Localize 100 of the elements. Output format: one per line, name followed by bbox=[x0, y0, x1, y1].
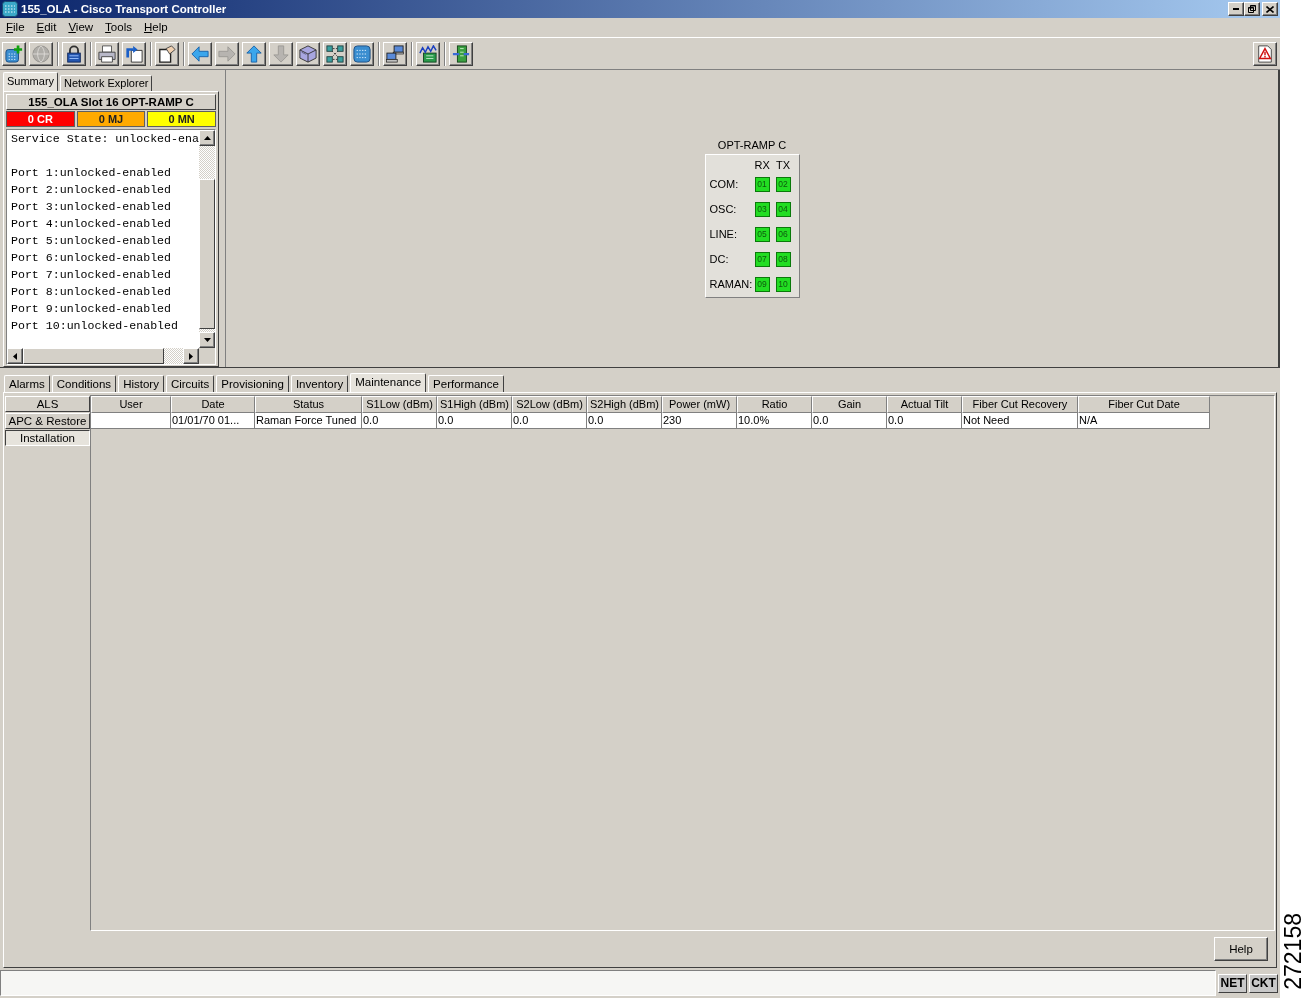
alarm-count: 0 MN bbox=[147, 111, 216, 127]
toolbar-button[interactable] bbox=[122, 41, 146, 66]
vertical-scrollbar[interactable] bbox=[199, 130, 215, 348]
column-header[interactable]: Power (mW) bbox=[662, 396, 737, 413]
horizontal-scrollbar[interactable] bbox=[7, 348, 199, 364]
column-header[interactable]: S2Low (dBm) bbox=[512, 396, 587, 413]
up-triangle-icon bbox=[203, 136, 211, 140]
scroll-right-button[interactable] bbox=[183, 348, 199, 364]
port-indicator[interactable]: 07 bbox=[754, 252, 770, 267]
port-indicator[interactable]: 01 bbox=[754, 177, 770, 192]
toolbar-button[interactable] bbox=[62, 41, 86, 66]
toolbar-button[interactable] bbox=[155, 41, 179, 66]
subtab-button[interactable]: Installation bbox=[5, 430, 90, 446]
toolbar-button[interactable] bbox=[449, 41, 473, 66]
card-title: 155_OLA Slot 16 OPT-RAMP C bbox=[6, 94, 216, 110]
menu-item[interactable]: File bbox=[0, 19, 31, 36]
tab[interactable]: History bbox=[118, 375, 164, 392]
port-indicator[interactable]: 08 bbox=[775, 252, 791, 267]
down-arrow-icon bbox=[272, 44, 290, 63]
panel-tab[interactable]: Network Explorer bbox=[60, 75, 153, 91]
toolbar-button[interactable] bbox=[383, 41, 407, 66]
port-indicator[interactable]: 05 bbox=[754, 227, 770, 242]
column-header[interactable]: Gain bbox=[812, 396, 887, 413]
column-header[interactable]: Actual Tilt bbox=[887, 396, 962, 413]
globe-icon bbox=[32, 44, 50, 63]
document-arrow-icon bbox=[125, 44, 143, 63]
menu-item[interactable]: Tools bbox=[99, 19, 138, 36]
table-cell: 10.0% bbox=[737, 413, 812, 429]
scroll-down-button[interactable] bbox=[199, 332, 215, 348]
toolbar-button[interactable] bbox=[416, 41, 440, 66]
table-cell: 0.0 bbox=[812, 413, 887, 429]
port-indicator[interactable]: 04 bbox=[775, 202, 791, 217]
toolbar-button[interactable] bbox=[296, 41, 320, 66]
minimize-button[interactable] bbox=[1228, 2, 1244, 16]
help-button[interactable]: Help bbox=[1214, 937, 1268, 961]
service-state-line: Service State: unlocked-ena bbox=[11, 131, 199, 147]
column-header[interactable]: Fiber Cut Date bbox=[1078, 396, 1210, 413]
subtab-button[interactable]: ALS bbox=[5, 396, 90, 412]
port-group-label: COM: bbox=[709, 178, 740, 191]
port-state-line: Port 5:unlocked-enabled bbox=[11, 233, 173, 249]
toolbar-button[interactable] bbox=[350, 41, 374, 66]
subtab-button[interactable]: APC & Restore bbox=[5, 413, 90, 429]
toolbar-button[interactable] bbox=[242, 41, 266, 66]
column-header[interactable]: Status bbox=[255, 396, 362, 413]
scroll-left-button[interactable] bbox=[7, 348, 23, 364]
menu-item[interactable]: Help bbox=[137, 19, 174, 36]
tab[interactable]: Circuits bbox=[165, 375, 215, 392]
document-icon bbox=[158, 44, 176, 63]
table-cell: 0.0 bbox=[887, 413, 962, 429]
port-indicator[interactable]: 10 bbox=[775, 277, 791, 292]
port-state-line: Port 4:unlocked-enabled bbox=[11, 216, 173, 232]
warning-icon bbox=[1256, 44, 1274, 63]
close-icon bbox=[1266, 5, 1274, 13]
tab[interactable]: Inventory bbox=[290, 375, 349, 392]
table-cell: Not Need bbox=[962, 413, 1078, 429]
minimize-icon bbox=[1233, 8, 1239, 10]
tab[interactable]: Performance bbox=[428, 375, 504, 392]
port-group-label: OSC: bbox=[709, 203, 738, 216]
column-label: RX bbox=[754, 158, 770, 172]
port-state-line: Port 8:unlocked-enabled bbox=[11, 284, 173, 300]
toolbar-button[interactable] bbox=[2, 41, 26, 66]
scrollbar-thumb[interactable] bbox=[199, 179, 215, 329]
tab[interactable]: Alarms bbox=[4, 375, 50, 392]
column-header[interactable]: Fiber Cut Recovery bbox=[962, 396, 1078, 413]
port-state-line: Port 6:unlocked-enabled bbox=[11, 250, 173, 266]
lock-icon bbox=[65, 44, 83, 63]
port-state-line: Port 9:unlocked-enabled bbox=[11, 301, 173, 317]
alarm-count: 0 MJ bbox=[76, 111, 146, 127]
port-indicator[interactable]: 06 bbox=[775, 227, 791, 242]
menu-item[interactable]: View bbox=[62, 19, 100, 36]
port-group-label: LINE: bbox=[709, 228, 738, 241]
toolbar-button[interactable] bbox=[95, 41, 119, 66]
column-header[interactable]: S1High (dBm) bbox=[437, 396, 512, 413]
column-header[interactable]: S2High (dBm) bbox=[587, 396, 662, 413]
table-cell: Raman Force Tuned bbox=[255, 413, 362, 429]
close-button[interactable] bbox=[1262, 2, 1278, 16]
toolbar-button[interactable] bbox=[188, 41, 212, 66]
scrollbar-thumb[interactable] bbox=[23, 348, 164, 364]
port-state-line: Port 1:unlocked-enabled bbox=[11, 165, 173, 181]
menu-item[interactable]: Edit bbox=[30, 19, 63, 36]
toolbar-button[interactable] bbox=[323, 41, 347, 66]
alarm-count: 0 CR bbox=[6, 111, 75, 127]
table-cell: 01/01/70 01... bbox=[171, 413, 255, 429]
column-header[interactable]: Date bbox=[171, 396, 255, 413]
port-indicator[interactable]: 03 bbox=[754, 202, 770, 217]
tab[interactable]: Maintenance bbox=[350, 373, 427, 392]
tab[interactable]: Conditions bbox=[51, 375, 117, 392]
port-state-line: Port 7:unlocked-enabled bbox=[11, 267, 173, 283]
panel-tab[interactable]: Summary bbox=[3, 72, 59, 91]
column-header[interactable]: S1Low (dBm) bbox=[362, 396, 437, 413]
alarm-button[interactable] bbox=[1253, 41, 1277, 66]
restore-button[interactable] bbox=[1244, 2, 1260, 16]
port-indicator[interactable]: 02 bbox=[775, 177, 791, 192]
port-indicator[interactable]: 09 bbox=[754, 277, 770, 292]
scroll-up-button[interactable] bbox=[199, 130, 215, 146]
status-indicator: NET bbox=[1218, 973, 1247, 993]
column-header[interactable]: Ratio bbox=[737, 396, 812, 413]
port-state-line: Port 2:unlocked-enabled bbox=[11, 182, 173, 198]
tab[interactable]: Provisioning bbox=[216, 375, 289, 392]
column-header[interactable]: User bbox=[91, 396, 171, 413]
